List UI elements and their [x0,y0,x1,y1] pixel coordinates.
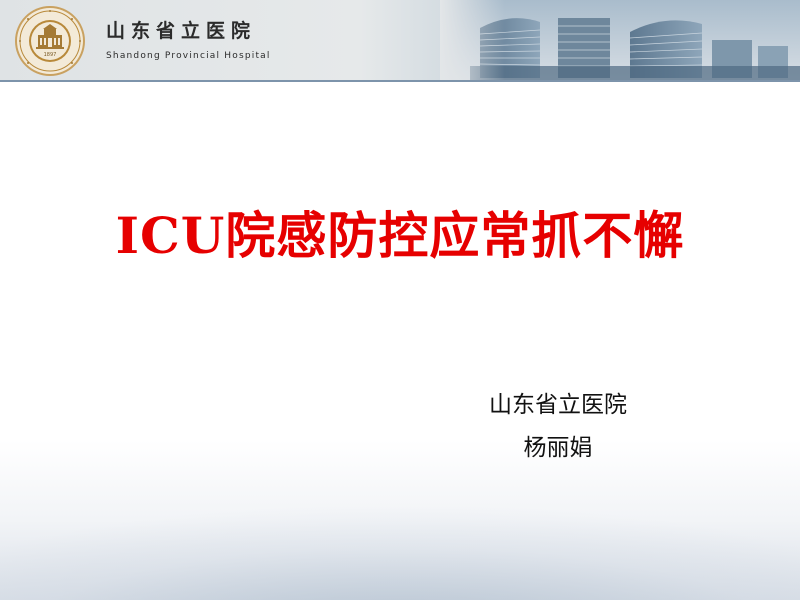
header-divider [0,80,800,82]
author-name: 杨丽娟 [523,435,593,461]
slide-title: ICU院感防控应常抓不懈 [115,206,685,265]
svg-text:1897: 1897 [44,52,57,58]
slide-header: 1897 山东省立医院 Shandong Provincial Hospital [0,0,800,82]
hospital-name-cn: 山东省立医院 [106,20,257,42]
hospital-seal-logo-icon: 1897 [15,6,85,76]
hospital-name-en: Shandong Provincial Hospital [106,51,271,61]
author-organization: 山东省立医院 [489,392,627,418]
hospital-buildings-skyline-icon [440,0,800,80]
presentation-slide: 1897 山东省立医院 Shandong Provincial Hospital [0,0,800,600]
